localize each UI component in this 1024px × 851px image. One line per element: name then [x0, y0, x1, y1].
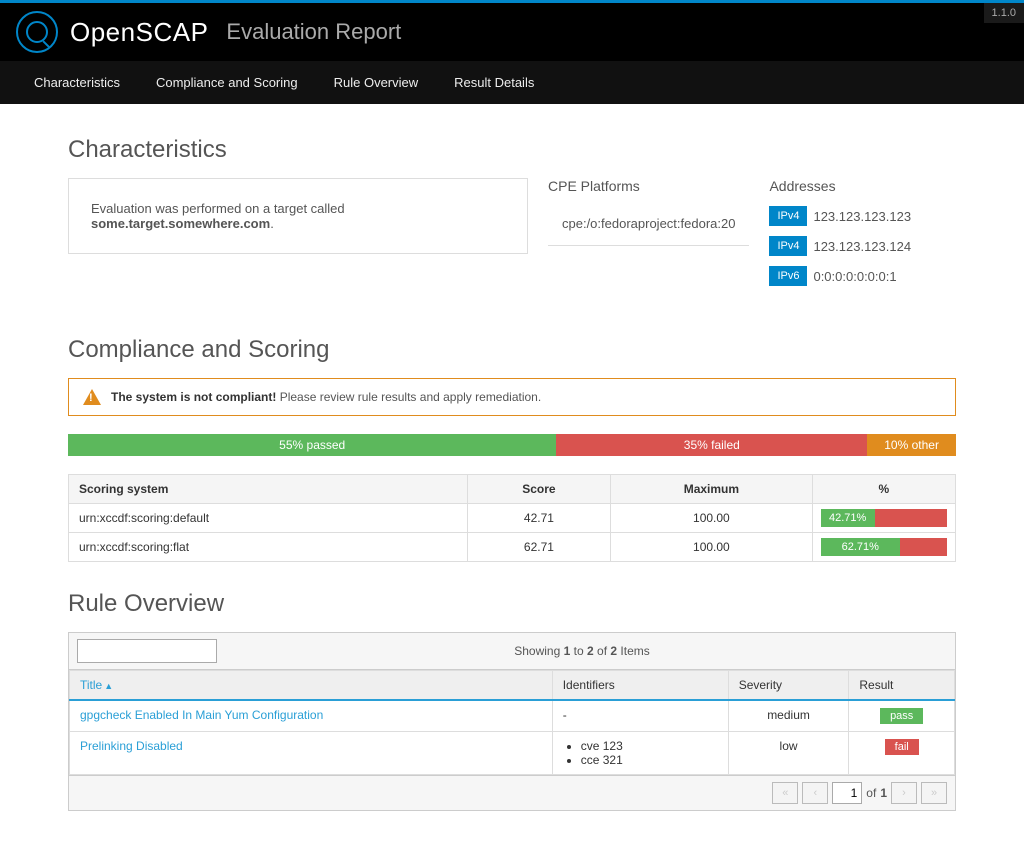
- compliance-bar: 55% passed 35% failed 10% other: [68, 434, 956, 456]
- rule-title-link[interactable]: Prelinking Disabled: [80, 739, 183, 753]
- nav-rule-overview[interactable]: Rule Overview: [316, 61, 437, 104]
- address-item: IPv4 123.123.123.124: [769, 236, 956, 256]
- page-subtitle: Evaluation Report: [226, 19, 401, 45]
- bar-failed: 35% failed: [556, 434, 867, 456]
- header: OpenSCAP Evaluation Report 1.1.0: [0, 3, 1024, 61]
- alert-strong: The system is not compliant!: [111, 390, 276, 404]
- th-percent: %: [812, 475, 955, 504]
- rule-filter-input[interactable]: [77, 639, 217, 663]
- ip-value: 0:0:0:0:0:0:0:1: [813, 269, 896, 284]
- navbar: Characteristics Compliance and Scoring R…: [0, 61, 1024, 104]
- th-score: Score: [467, 475, 610, 504]
- rule-row: gpgcheck Enabled In Main Yum Configurati…: [70, 700, 955, 732]
- rule-row: Prelinking Disabledcve 123cce 321lowfail: [70, 732, 955, 775]
- th-identifiers[interactable]: Identifiers: [552, 671, 728, 701]
- target-summary: Evaluation was performed on a target cal…: [68, 178, 528, 254]
- th-system: Scoring system: [69, 475, 468, 504]
- target-hostname: some.target.somewhere.com: [91, 216, 270, 231]
- showing-text: Showing 1 to 2 of 2 Items: [217, 644, 947, 658]
- pager-page-input[interactable]: [832, 782, 862, 804]
- ip-type-badge: IPv4: [769, 206, 807, 226]
- nav-result-details[interactable]: Result Details: [436, 61, 552, 104]
- pager-next-icon[interactable]: ›: [891, 782, 917, 804]
- pager-first-icon[interactable]: «: [772, 782, 798, 804]
- cpe-heading: CPE Platforms: [548, 178, 749, 194]
- sort-asc-icon: ▲: [104, 681, 113, 691]
- openscap-logo: [16, 11, 58, 53]
- bar-passed: 55% passed: [68, 434, 556, 456]
- th-severity[interactable]: Severity: [728, 671, 849, 701]
- compliance-alert: The system is not compliant! Please revi…: [68, 378, 956, 416]
- rule-table-wrap: Showing 1 to 2 of 2 Items Title▲ Identif…: [68, 632, 956, 811]
- scoring-table: Scoring system Score Maximum % urn:xccdf…: [68, 474, 956, 562]
- rule-title-link[interactable]: gpgcheck Enabled In Main Yum Configurati…: [80, 708, 323, 722]
- addresses-heading: Addresses: [769, 178, 956, 194]
- target-prefix: Evaluation was performed on a target cal…: [91, 201, 345, 216]
- ip-value: 123.123.123.123: [813, 209, 911, 224]
- bar-other: 10% other: [867, 434, 956, 456]
- nav-compliance[interactable]: Compliance and Scoring: [138, 61, 316, 104]
- version-badge: 1.1.0: [984, 3, 1024, 23]
- th-result[interactable]: Result: [849, 671, 955, 701]
- th-maximum: Maximum: [611, 475, 813, 504]
- alert-rest: Please review rule results and apply rem…: [276, 390, 541, 404]
- pager-of: of: [866, 786, 876, 800]
- nav-characteristics[interactable]: Characteristics: [16, 61, 138, 104]
- score-row: urn:xccdf:scoring:default42.71100.0042.7…: [69, 504, 956, 533]
- th-title[interactable]: Title▲: [70, 671, 553, 701]
- result-badge: fail: [885, 739, 919, 755]
- ip-value: 123.123.123.124: [813, 239, 911, 254]
- ip-type-badge: IPv6: [769, 266, 807, 286]
- result-badge: pass: [880, 708, 923, 724]
- pager-prev-icon[interactable]: ‹: [802, 782, 828, 804]
- pager-total: 1: [880, 786, 887, 800]
- pager: « ‹ of 1 › »: [69, 775, 955, 810]
- brand-name: OpenSCAP: [70, 17, 208, 48]
- cpe-value: cpe:/o:fedoraproject:fedora:20: [548, 206, 749, 246]
- section-compliance: Compliance and Scoring: [68, 336, 956, 364]
- pager-last-icon[interactable]: »: [921, 782, 947, 804]
- identifier-item: cce 321: [581, 753, 718, 767]
- score-row: urn:xccdf:scoring:flat62.71100.0062.71%: [69, 533, 956, 562]
- section-characteristics: Characteristics: [68, 136, 956, 164]
- ip-type-badge: IPv4: [769, 236, 807, 256]
- address-item: IPv4 123.123.123.123: [769, 206, 956, 226]
- warning-icon: [83, 389, 101, 405]
- section-rules: Rule Overview: [68, 590, 956, 618]
- identifier-item: cve 123: [581, 739, 718, 753]
- address-item: IPv6 0:0:0:0:0:0:0:1: [769, 266, 956, 286]
